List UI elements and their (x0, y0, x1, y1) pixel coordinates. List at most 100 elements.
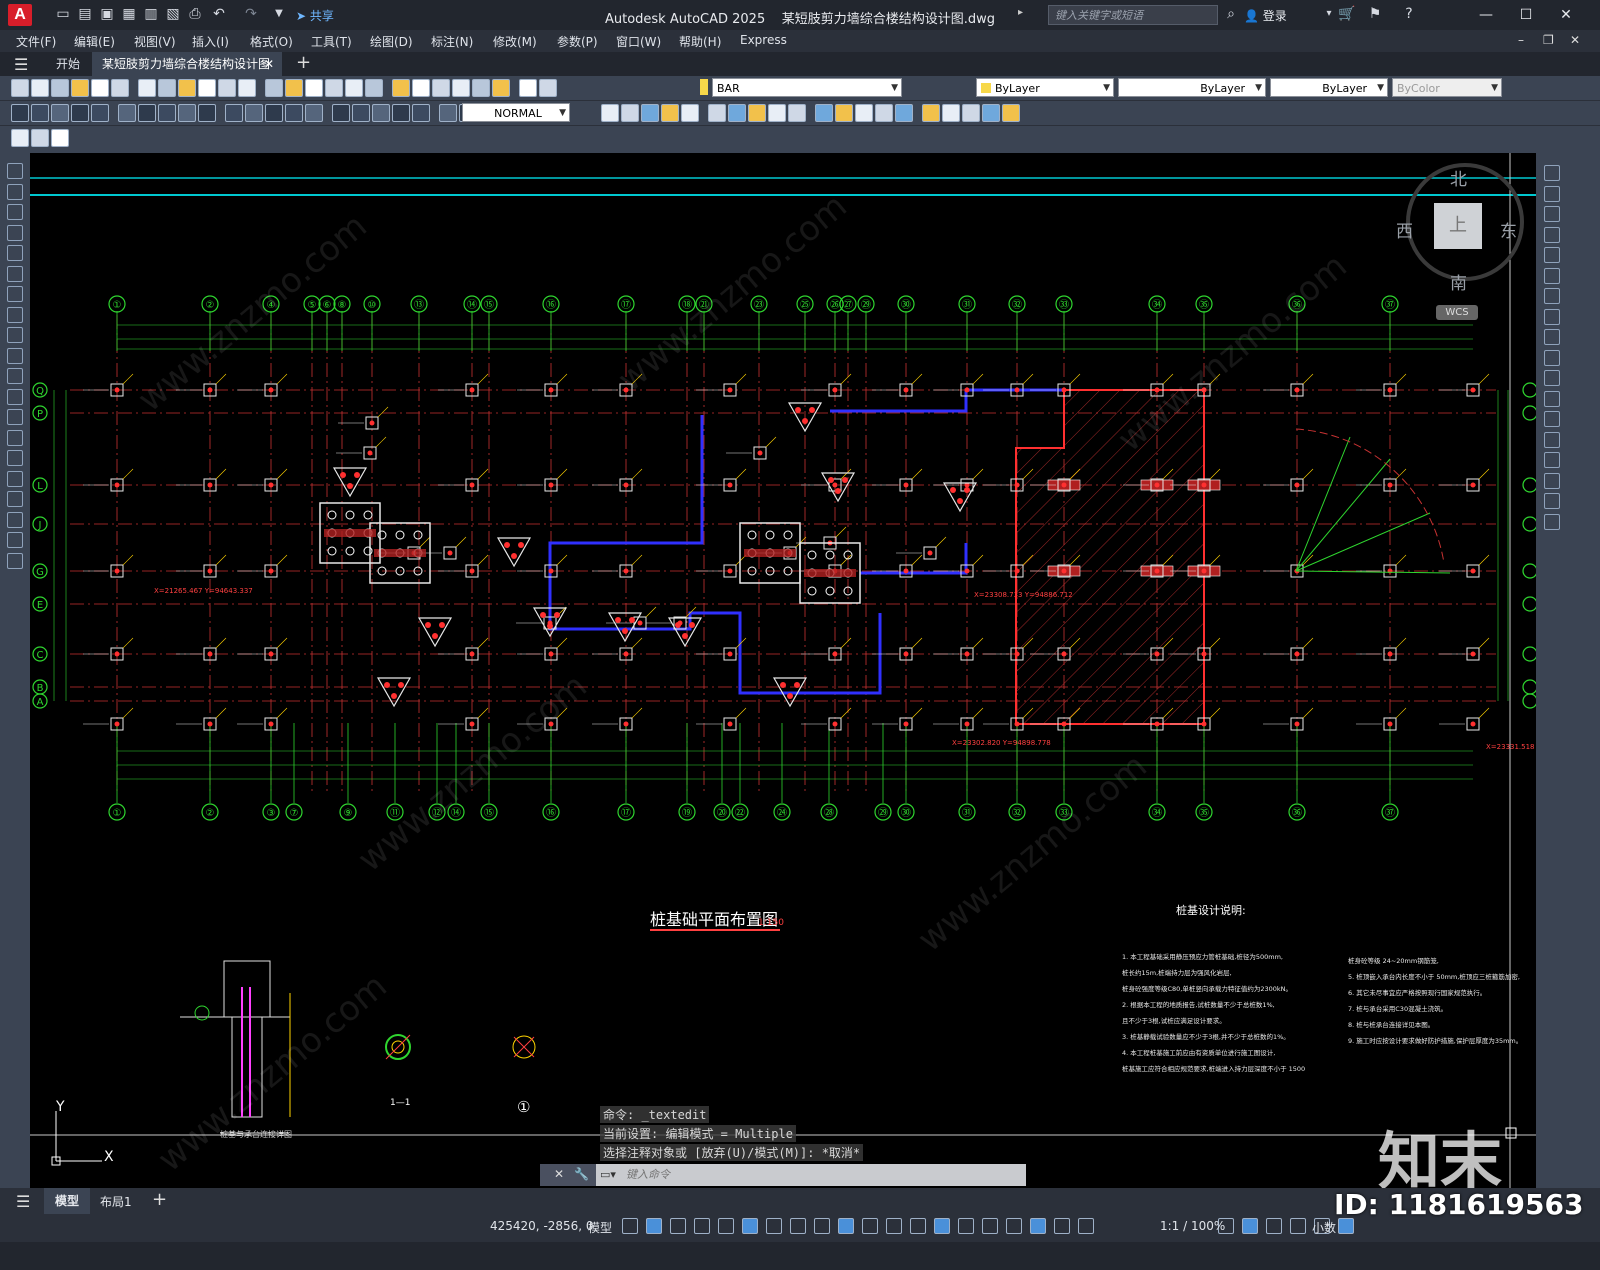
modify-tool-icon[interactable] (815, 104, 833, 122)
standard-tool-icon[interactable] (472, 79, 490, 97)
drawing-canvas[interactable]: ①②④⑤⑥⑧⑩⑬⑭⑮⑯⑰⑱㉑㉓㉕㉖㉗㉙㉚㉛㉜㉝㉞㉟㊱㊲①②③⑦⑨⑪⑫⑭⑮⑯⑰⑲⑳… (30, 153, 1536, 1188)
modify-tool-icon[interactable] (1544, 329, 1560, 345)
draw-tool-icon[interactable] (7, 265, 23, 282)
viewcube-south[interactable]: 南 (1450, 269, 1467, 294)
modify-tool-icon[interactable] (1544, 493, 1560, 509)
layer-dropdown[interactable]: BAR ▼ (712, 78, 902, 97)
tab-start[interactable]: 开始 (46, 52, 90, 76)
tab-drawing[interactable]: 某短肢剪力墙综合楼结构设计图* ✕ (92, 52, 282, 95)
status-toggle-icon[interactable] (886, 1218, 902, 1234)
status-toggle-icon[interactable] (838, 1218, 854, 1234)
standard-tool-icon[interactable] (325, 79, 343, 97)
status-toggle-icon[interactable] (934, 1218, 950, 1234)
standard-tool-icon[interactable] (519, 79, 537, 97)
standard-tool-icon[interactable] (158, 79, 176, 97)
modify-tool-icon[interactable] (1544, 452, 1560, 468)
status-toggle-icon[interactable] (910, 1218, 926, 1234)
modify-tool-icon[interactable] (768, 104, 786, 122)
dimension-tool-icon[interactable] (412, 104, 430, 122)
draw-tool-icon[interactable] (7, 306, 23, 323)
dimension-tool-icon[interactable] (31, 104, 49, 122)
viewcube-top-face[interactable]: 上 (1434, 203, 1482, 249)
modify-tool-icon[interactable] (835, 104, 853, 122)
status-toggle-icon[interactable] (958, 1218, 974, 1234)
modify-tool-icon[interactable] (1544, 431, 1560, 448)
standard-tool-icon[interactable] (365, 79, 383, 97)
standard-tool-icon[interactable] (198, 79, 216, 97)
draw-tool-icon[interactable] (7, 245, 23, 261)
status-toggle-icon[interactable] (1054, 1218, 1070, 1234)
help-icon[interactable]: ? (1400, 5, 1418, 23)
cart-icon[interactable]: 🛒 (1338, 5, 1356, 23)
standard-tool-icon[interactable] (71, 79, 89, 97)
dimension-tool-icon[interactable] (178, 104, 196, 122)
save-as-icon[interactable]: ▦ (120, 5, 138, 23)
modify-tool-icon[interactable] (895, 104, 913, 122)
dimension-tool-icon[interactable] (305, 104, 323, 122)
status-toggle-icon[interactable] (1078, 1218, 1094, 1234)
login-dropdown-icon[interactable]: ▾ (1320, 5, 1338, 23)
color-dropdown[interactable]: ByLayer ▼ (976, 78, 1114, 97)
viewcube-north[interactable]: 北 (1450, 165, 1467, 190)
modify-tool-icon[interactable] (728, 104, 746, 122)
status-toggle-icon[interactable] (694, 1218, 710, 1234)
dimension-tool-icon[interactable] (118, 104, 136, 122)
modify-tool-icon[interactable] (875, 104, 893, 122)
dimension-tool-icon[interactable] (332, 104, 350, 122)
status-toggle-icon[interactable] (982, 1218, 998, 1234)
modify-tool-icon[interactable] (855, 104, 873, 122)
modify-tool-icon[interactable] (1544, 185, 1560, 202)
draw-tool-icon[interactable] (7, 388, 23, 405)
modify-tool-icon[interactable] (1544, 472, 1560, 489)
minimize-button[interactable]: — (1468, 4, 1504, 26)
dimstyle-dropdown[interactable]: NORMAL ▼ (462, 103, 570, 122)
menu-draw[interactable]: 绘图(D) (370, 33, 413, 50)
modify-tool-icon[interactable] (962, 104, 980, 122)
standard-tool-icon[interactable] (111, 79, 129, 97)
menu-format[interactable]: 格式(O) (250, 33, 293, 50)
standard-tool-icon[interactable] (238, 79, 256, 97)
modify-tool-icon[interactable] (681, 104, 699, 122)
draw-tool-icon[interactable] (7, 347, 23, 364)
tab-close-icon[interactable]: ✕ (264, 52, 274, 76)
draw-tool-icon[interactable] (7, 409, 23, 425)
draw-tool-icon[interactable] (7, 532, 23, 548)
mdi-restore-button[interactable]: ❐ (1543, 33, 1554, 47)
status-toggle-icon[interactable] (862, 1218, 878, 1234)
draw-tool-icon[interactable] (7, 204, 23, 220)
standard-tool-icon[interactable] (91, 79, 109, 97)
standard-tool-icon[interactable] (31, 79, 49, 97)
new-tab-icon[interactable]: + (296, 52, 311, 73)
undo-icon[interactable]: ↶ (210, 5, 228, 23)
open-folder-icon[interactable]: ▤ (76, 5, 94, 23)
menu-tools[interactable]: 工具(T) (311, 33, 352, 50)
standard-tool-icon[interactable] (285, 79, 303, 97)
draw-tool-icon[interactable] (7, 224, 23, 241)
dimension-tool-icon[interactable] (138, 104, 156, 122)
modify-tool-icon[interactable] (601, 104, 619, 122)
save-web-icon[interactable]: ▧ (164, 5, 182, 23)
menu-edit[interactable]: 编辑(E) (74, 33, 115, 50)
maximize-button[interactable]: ☐ (1508, 4, 1544, 26)
search-input[interactable]: 键入关键字或短语 (1048, 5, 1218, 25)
model-space-button[interactable]: 模型 (588, 1219, 612, 1236)
modify-tool-icon[interactable] (748, 104, 766, 122)
menu-view[interactable]: 视图(V) (134, 33, 176, 50)
close-command-icon[interactable]: ✕ (554, 1167, 564, 1181)
dimension-tool-icon[interactable] (352, 104, 370, 122)
status-toggle-icon[interactable] (670, 1218, 686, 1234)
standard-tool-icon[interactable] (305, 79, 323, 97)
standard-tool-icon[interactable] (539, 79, 557, 97)
units-button[interactable]: 小数 (1312, 1219, 1336, 1236)
tab-layout1[interactable]: 布局1 (100, 1193, 132, 1210)
linetype-dropdown[interactable]: ByLayer ▼ (1118, 78, 1266, 97)
modify-tool-icon[interactable] (982, 104, 1000, 122)
standard-tool-icon[interactable] (265, 79, 283, 97)
menu-modify[interactable]: 修改(M) (493, 33, 537, 50)
draw-tool-icon[interactable] (7, 163, 23, 179)
modify-tool-icon[interactable] (1544, 308, 1560, 325)
extra-tool-icon[interactable] (51, 129, 69, 147)
draw-tool-icon[interactable] (7, 470, 23, 487)
dimension-tool-icon[interactable] (51, 104, 69, 122)
standard-tool-icon[interactable] (452, 79, 470, 97)
